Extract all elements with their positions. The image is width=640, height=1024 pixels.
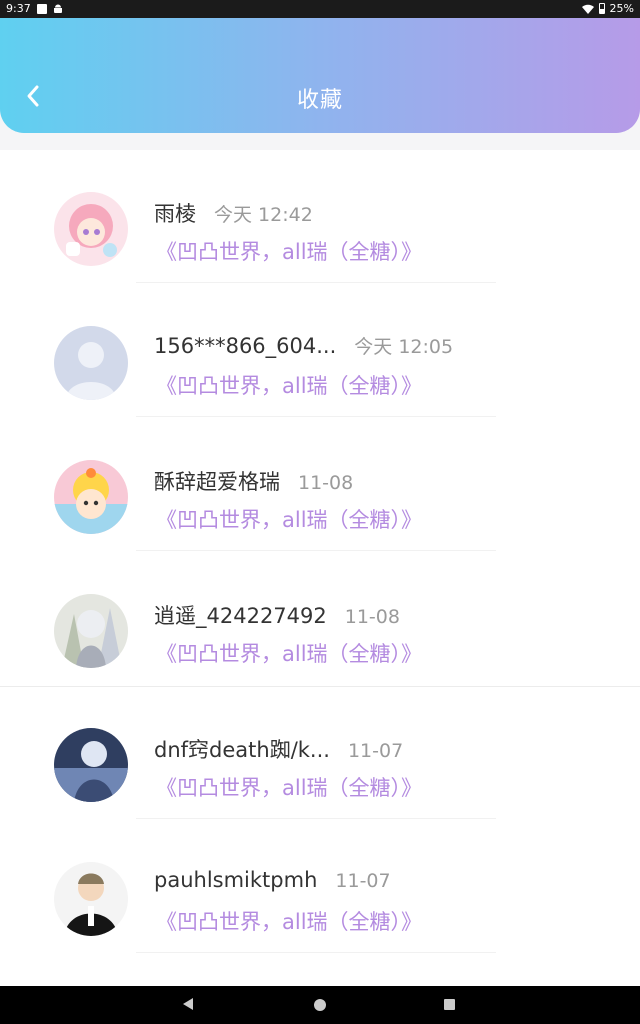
header: 收藏 (0, 18, 640, 133)
list-item[interactable]: dnf窍death踟/k... 11-07 《凹凸世界，all瑞（全糖）》 (0, 686, 640, 820)
avatar[interactable] (54, 728, 128, 802)
favorite-title[interactable]: 《凹凸世界，all瑞（全糖）》 (156, 772, 422, 802)
timestamp: 11-08 (298, 472, 354, 494)
user-name: 逍遥_424227492 (154, 604, 327, 628)
list-item[interactable]: pauhlsmiktpmh 11-07 《凹凸世界，all瑞（全糖）》 (0, 820, 640, 954)
user-name: pauhlsmiktpmh (154, 868, 318, 892)
list-item[interactable]: 逍遥_424227492 11-08 《凹凸世界，all瑞（全糖）》 (0, 552, 640, 686)
divider (136, 818, 496, 819)
avatar-image (54, 192, 128, 266)
divider (136, 282, 496, 283)
nav-home-icon[interactable] (314, 999, 326, 1011)
favorite-title[interactable]: 《凹凸世界，all瑞（全糖）》 (156, 370, 422, 400)
favorites-list: 雨棱 今天 12:42 《凹凸世界，all瑞（全糖）》 156***866_60… (0, 150, 640, 986)
android-icon (53, 4, 62, 13)
page-title: 收藏 (296, 88, 343, 113)
avatar-image (54, 862, 128, 936)
timestamp: 今天 12:05 (354, 336, 454, 358)
favorite-title[interactable]: 《凹凸世界，all瑞（全糖）》 (156, 906, 422, 936)
nav-recent-apps-icon[interactable] (444, 999, 455, 1010)
user-name: 酥辞超爱格瑞 (154, 470, 280, 494)
avatar-image (54, 460, 128, 534)
avatar-image (54, 594, 128, 668)
avatar[interactable] (54, 862, 128, 936)
user-name: dnf窍death踟/k... (154, 738, 330, 762)
list-item[interactable]: 雨棱 今天 12:42 《凹凸世界，all瑞（全糖）》 (0, 150, 640, 284)
list-item[interactable]: 酥辞超爱格瑞 11-08 《凹凸世界，all瑞（全糖）》 (0, 418, 640, 552)
avatar[interactable] (54, 192, 128, 266)
divider (136, 952, 496, 953)
avatar-image (54, 728, 128, 802)
favorite-title[interactable]: 《凹凸世界，all瑞（全糖）》 (156, 504, 422, 534)
list-item[interactable]: 156***866_604... 今天 12:05 《凹凸世界，all瑞（全糖）… (0, 284, 640, 418)
status-time: 9:37 (6, 2, 31, 15)
navigation-bar (0, 986, 640, 1024)
battery-icon (598, 3, 605, 14)
timestamp: 今天 12:42 (214, 204, 313, 226)
favorite-title[interactable]: 《凹凸世界，all瑞（全糖）》 (156, 638, 422, 668)
timestamp: 11-07 (335, 870, 391, 892)
user-name: 156***866_604... (154, 334, 337, 358)
timestamp: 11-08 (344, 606, 400, 628)
timestamp: 11-07 (347, 740, 404, 762)
status-bar: 9:37 25% (0, 0, 640, 18)
favorite-title[interactable]: 《凹凸世界，all瑞（全糖）》 (156, 236, 422, 266)
avatar[interactable] (54, 460, 128, 534)
avatar[interactable] (54, 326, 128, 400)
notification-icon (36, 3, 47, 14)
avatar[interactable] (54, 594, 128, 668)
default-avatar-icon (54, 326, 128, 400)
divider (136, 550, 496, 551)
wifi-icon (581, 4, 594, 14)
divider (136, 416, 496, 417)
battery-level: 25% (609, 2, 634, 15)
nav-back-icon[interactable] (183, 998, 193, 1010)
user-name: 雨棱 (154, 202, 196, 226)
